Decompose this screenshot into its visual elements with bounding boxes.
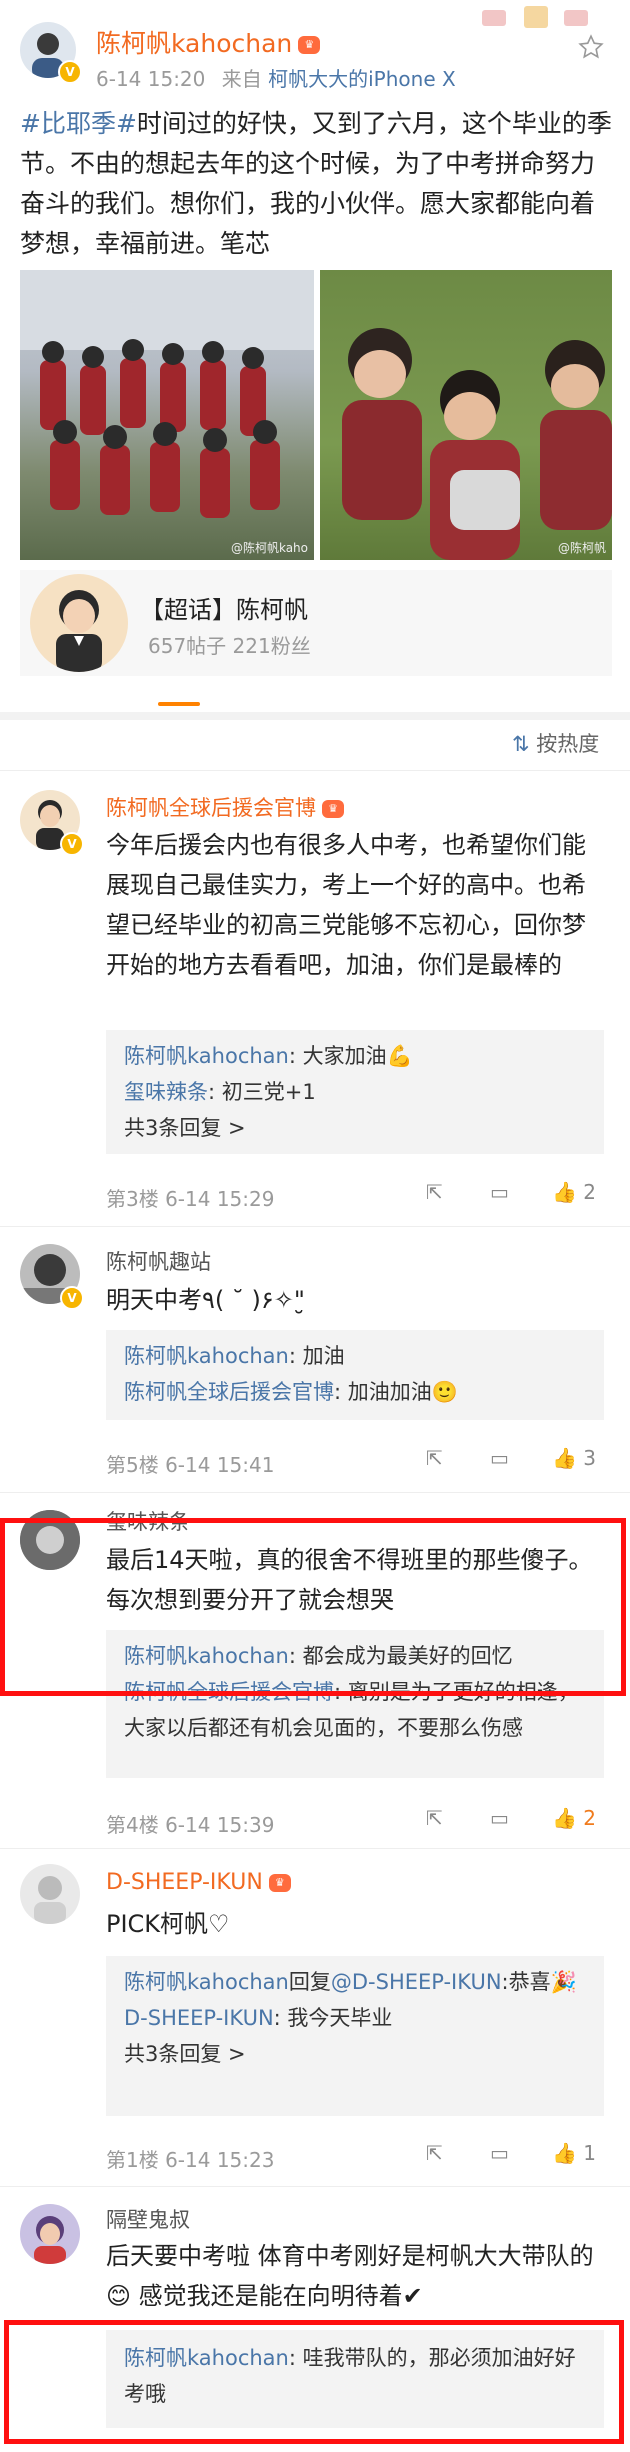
verified-badge-icon: V [60,832,84,856]
reply-icon[interactable]: ▭ [490,1446,509,1470]
comment-user[interactable]: 陈柯帆趣站 [106,1246,211,1276]
post-author[interactable]: 陈柯帆kahochan [96,29,292,58]
highlight-box [0,1518,626,1696]
reply-icon[interactable]: ▭ [490,1806,509,1830]
like-count: 2 [583,1180,596,1204]
like-button[interactable]: 👍 1 [552,2141,596,2165]
reply-icon[interactable]: ▭ [490,2141,509,2165]
comment-floor-time: 第3楼 6-14 15:29 [106,1187,275,1211]
reply-item: 陈柯帆全球后援会官博: 加油加油🙂 [124,1380,458,1404]
comment-text: 今年后援会内也有很多人中考，也希望你们能展现自己最佳实力，考上一个好的高中。也希… [106,831,586,979]
member-crown-icon: ♛ [322,800,344,818]
comment-user[interactable]: 隔壁鬼叔 [106,2204,190,2234]
post-source[interactable]: 柯帆大大的iPhone X [268,67,456,91]
reply-item: 陈柯帆kahochan: 大家加油💪 [124,1044,413,1068]
topic-stats: 657帖子 221粉丝 [148,634,311,658]
like-icon-active: 👍 [552,1806,577,1830]
reply-item: D-SHEEP-IKUN: 我今天毕业 [124,2006,393,2030]
reply-icon[interactable]: ▭ [490,1180,509,1204]
super-topic-card[interactable]: 【超话】陈柯帆 657帖子 221粉丝 [20,570,612,676]
reply-box[interactable]: 陈柯帆kahochan: 加油 陈柯帆全球后援会官博: 加油加油🙂 [106,1330,604,1420]
topic-title: 【超话】陈柯帆 [140,596,308,624]
topic-avatar [30,574,128,672]
sort-by-hot-button[interactable]: ⇅ 按热度 [512,728,599,758]
reply-item: 陈柯帆kahochan: 加油 [124,1344,345,1368]
highlight-box [4,2320,624,2444]
post-text: #比耶季#时间过的好快，又到了六月，这个毕业的季节。不由的想起去年的这个时候，为… [20,104,612,264]
like-button[interactable]: 👍 3 [552,1446,596,1470]
verified-badge-icon: V [60,1286,84,1310]
member-crown-icon: ♛ [298,36,321,54]
comment-user[interactable]: 陈柯帆全球后援会官博 [106,796,316,820]
comment-text: PICK柯帆♡ [106,1910,230,1938]
commenter-avatar[interactable] [20,2204,80,2264]
member-crown-icon: ♛ [268,1874,291,1892]
more-replies-link[interactable]: 共3条回复 > [124,1110,604,1146]
share-icon[interactable]: ⇱ [426,2141,443,2165]
more-replies-link[interactable]: 共3条回复 > [124,2036,604,2072]
photo-watermark: @陈柯帆kaho [230,541,308,555]
post-source-prefix: 来自 [221,67,262,91]
like-button[interactable]: 👍 2 [552,1180,596,1204]
comment-floor-time: 第1楼 6-14 15:23 [106,2148,275,2172]
comment-user[interactable]: D-SHEEP-IKUN [106,1870,263,1895]
post-photo-2[interactable]: @陈柯帆 [320,270,612,560]
post-hashtag[interactable]: #比耶季# [20,109,137,138]
post-time: 6-14 15:20 [96,67,206,91]
share-icon[interactable]: ⇱ [426,1446,443,1470]
sort-icon: ⇅ [512,732,530,756]
reply-box[interactable]: 陈柯帆kahochan: 大家加油💪 玺味辣条: 初三党+1 共3条回复 > [106,1030,604,1154]
tab-indicator [158,702,200,706]
like-button[interactable]: 👍 2 [552,1806,596,1830]
comment-floor-time: 第4楼 6-14 15:39 [106,1813,275,1837]
verified-badge-icon: V [58,60,82,84]
share-icon[interactable]: ⇱ [426,1806,443,1830]
post-photo-1[interactable]: @陈柯帆kaho [20,270,314,560]
share-icon[interactable]: ⇱ [426,1180,443,1204]
comment-floor-time: 第5楼 6-14 15:41 [106,1453,275,1477]
favorite-star-icon[interactable] [578,34,604,60]
like-icon: 👍 [552,1180,577,1204]
reply-box[interactable]: 陈柯帆kahochan回复@D-SHEEP-IKUN:恭喜🎉 D-SHEEP-I… [106,1956,604,2116]
like-count: 2 [583,1806,596,1830]
like-icon: 👍 [552,2141,577,2165]
comment-text: 后天要中考啦 体育中考刚好是柯帆大大带队的😊 感觉我还是能在向明待着✔ [106,2242,594,2310]
photo-watermark: @陈柯帆 [557,541,606,555]
reply-item: 玺味辣条: 初三党+1 [124,1080,316,1104]
comment-text: 明天中考٩( ˘ )۶✧"̮ [106,1286,305,1314]
commenter-avatar[interactable] [20,1864,80,1924]
decoration-banner-icon [480,4,590,32]
like-count: 3 [583,1446,596,1470]
sort-label: 按热度 [536,732,600,756]
reply-item: 陈柯帆kahochan回复@D-SHEEP-IKUN:恭喜🎉 [124,1970,577,1994]
like-count: 1 [583,2141,596,2165]
like-icon: 👍 [552,1446,577,1470]
